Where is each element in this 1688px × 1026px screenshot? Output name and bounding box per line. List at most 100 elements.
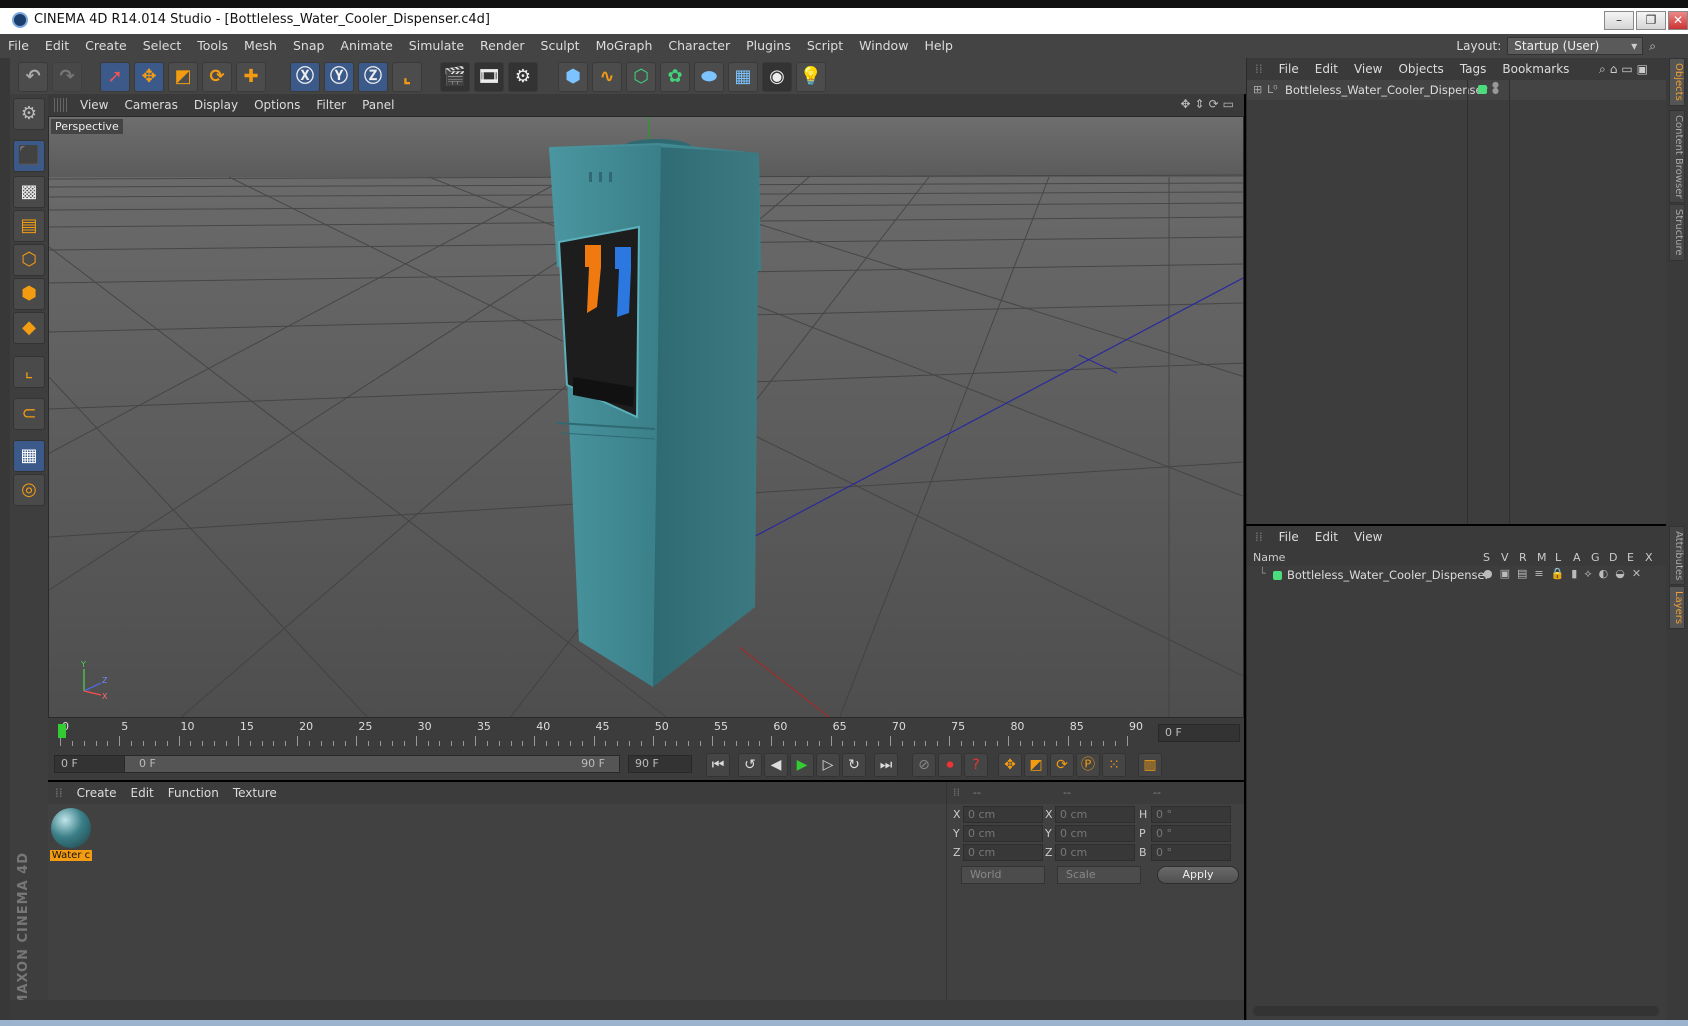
autokeying-icon[interactable]: ⏺ [938,753,962,777]
menu-simulate[interactable]: Simulate [401,34,472,58]
pos-z-field[interactable]: 0 cm [963,844,1043,861]
render-settings-icon[interactable]: ⚙ [508,62,538,92]
redo-icon[interactable]: ↷ [52,62,82,92]
menu-help[interactable]: Help [916,34,961,58]
object-name[interactable]: Bottleless_Water_Cooler_Dispenser [1285,83,1487,97]
viewport-menu-view[interactable]: View [72,94,116,116]
horizontal-scrollbar[interactable] [1253,1006,1659,1016]
soft-selection-icon[interactable]: ◎ [13,474,45,506]
menu-sculpt[interactable]: Sculpt [533,34,588,58]
rot-b-field[interactable]: 0 ° [1151,844,1231,861]
play-forward-icon[interactable]: ▶ [790,753,814,777]
floor-environment-icon[interactable]: ▦ [728,62,758,92]
z-axis-lock-icon[interactable]: Ⓩ [358,62,388,92]
panel-grip-icon[interactable]: ⁞⁞ [1247,526,1271,548]
transform-mode-dropdown[interactable]: Scale [1057,866,1141,884]
expand-icon[interactable]: ⊞ [1253,83,1262,96]
y-axis-lock-icon[interactable]: Ⓨ [324,62,354,92]
layer-menu-view[interactable]: View [1346,526,1390,548]
next-keyframe-icon[interactable]: ↻ [842,753,866,777]
deformer-bend-icon[interactable]: ⬬ [694,62,724,92]
render-picture-viewer-icon[interactable]: 🎞 [474,62,504,92]
menu-snap[interactable]: Snap [285,34,332,58]
edges-mode-icon[interactable]: ⬢ [13,278,45,310]
material-menu-texture[interactable]: Texture [226,782,284,804]
end-frame-field[interactable]: 90 F [628,755,692,773]
timeline-ruler[interactable]: 051015202530354045505560657075808590 0 F [48,718,1244,748]
menu-create[interactable]: Create [77,34,135,58]
layer-menu-file[interactable]: File [1271,526,1307,548]
menu-animate[interactable]: Animate [332,34,400,58]
keyframe-selection-icon[interactable]: ? [964,753,988,777]
restore-button[interactable]: ❐ [1636,11,1666,30]
menu-file[interactable]: File [0,34,37,58]
rotate-tool-icon[interactable]: ⟳ [202,62,232,92]
material-menu-edit[interactable]: Edit [124,782,161,804]
menu-window[interactable]: Window [851,34,916,58]
apply-button[interactable]: Apply [1157,866,1239,884]
coordinate-mode-dropdown[interactable]: World [961,866,1045,884]
obj-menu-tags[interactable]: Tags [1452,58,1495,80]
obj-menu-file[interactable]: File [1271,58,1307,80]
layer-row[interactable]: └ Bottleless_Water_Cooler_Dispenser ●▣▤≡… [1247,566,1667,584]
material-menu-function[interactable]: Function [161,782,226,804]
viewport-nav-icons[interactable]: ✥⇕⟳▭ [1180,97,1238,111]
pos-x-field[interactable]: 0 cm [963,806,1043,823]
viewport-menu-options[interactable]: Options [246,94,308,116]
menu-script[interactable]: Script [799,34,851,58]
key-position-icon[interactable]: ✥ [998,753,1022,777]
panel-grip-icon[interactable]: ⁞⁞ [48,782,70,804]
points-mode-icon[interactable]: ⬡ [13,244,45,276]
menu-mesh[interactable]: Mesh [236,34,285,58]
axis-mode-icon[interactable]: ⌞ [13,356,45,388]
spline-pen-icon[interactable]: ∿ [592,62,622,92]
snap-magnet-icon[interactable]: ⊂ [13,398,45,430]
light-icon[interactable]: 💡 [796,62,826,92]
panel-grip-icon[interactable]: ⁞⁞ [1247,58,1271,80]
workplane-mode-icon[interactable]: ▤ [13,210,45,242]
layer-flag-toggles[interactable]: ●▣▤≡🔒▮⟡◐◒✕ [1483,567,1648,581]
viewport-menu-panel[interactable]: Panel [354,94,402,116]
polygons-mode-icon[interactable]: ◆ [13,312,45,344]
subdivision-surface-icon[interactable]: ⬡ [626,62,656,92]
rot-p-field[interactable]: 0 ° [1151,825,1231,842]
object-manager-nav-icons[interactable]: ⌕⌂▭▣ [1591,58,1660,80]
key-parameter-icon[interactable]: Ⓟ [1076,753,1100,777]
minimize-button[interactable]: – [1604,11,1634,30]
key-pla-icon[interactable]: ⁙ [1102,753,1126,777]
viewport-menu-cameras[interactable]: Cameras [116,94,185,116]
texture-mode-icon[interactable]: ▩ [13,176,45,208]
go-to-end-icon[interactable]: ⏭ [874,753,898,777]
previous-frame-icon[interactable]: ◀ [764,753,788,777]
tab-content-browser[interactable]: Content Browser [1669,110,1685,204]
undo-icon[interactable]: ↶ [18,62,48,92]
coordinate-system-icon[interactable]: ⌞ [392,62,422,92]
obj-menu-objects[interactable]: Objects [1390,58,1451,80]
layer-menu-edit[interactable]: Edit [1307,526,1346,548]
size-y-field[interactable]: 0 cm [1055,825,1135,842]
menu-mograph[interactable]: MoGraph [588,34,661,58]
previous-keyframe-icon[interactable]: ↺ [738,753,762,777]
menu-tools[interactable]: Tools [189,34,236,58]
menu-plugins[interactable]: Plugins [738,34,799,58]
menu-character[interactable]: Character [660,34,738,58]
workplane-lock-icon[interactable]: ▦ [13,440,45,472]
make-editable-icon[interactable]: ⚙ [13,98,45,130]
playhead-marker[interactable] [58,724,66,738]
object-row[interactable]: ⊞ L⁰ Bottleless_Water_Cooler_Dispenser ●… [1247,80,1667,100]
size-x-field[interactable]: 0 cm [1055,806,1135,823]
viewport-menu-display[interactable]: Display [186,94,246,116]
array-mograph-icon[interactable]: ✿ [660,62,690,92]
material-menu-create[interactable]: Create [70,782,124,804]
menu-edit[interactable]: Edit [37,34,77,58]
record-keys-icon[interactable]: ⊘ [912,753,936,777]
water-cooler-model[interactable] [549,139,761,687]
timeline-window-icon[interactable]: ▥ [1138,753,1162,777]
panel-grip-icon[interactable] [54,98,68,112]
menu-render[interactable]: Render [472,34,533,58]
cube-primitive-icon[interactable]: ⬢ [558,62,588,92]
obj-menu-edit[interactable]: Edit [1307,58,1346,80]
last-tool-icon[interactable]: ✚ [236,62,266,92]
layout-dropdown[interactable]: Startup (User) [1507,37,1644,55]
pos-y-field[interactable]: 0 cm [963,825,1043,842]
